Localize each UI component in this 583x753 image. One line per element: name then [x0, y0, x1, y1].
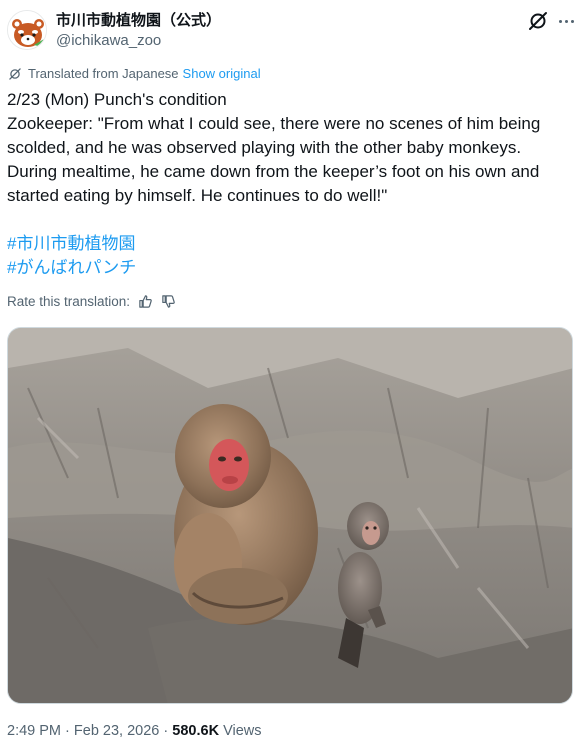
- translation-label: Translated from Japanese: [28, 66, 179, 81]
- tweet-line: 2/23 (Mon) Punch's condition: [7, 90, 227, 109]
- rate-translation: Rate this translation:: [7, 294, 176, 309]
- thumbs-down-button[interactable]: [161, 294, 176, 309]
- thumbs-down-icon: [162, 295, 175, 308]
- dot: [558, 19, 562, 23]
- avatar[interactable]: [7, 10, 47, 50]
- rate-label: Rate this translation:: [7, 294, 131, 309]
- views-label: Views: [223, 723, 262, 739]
- thumbs-up-icon: [139, 295, 152, 308]
- red-panda-icon: [8, 11, 46, 49]
- thumbs-up-button[interactable]: [138, 294, 153, 309]
- tweet-meta: 2:49 PM · Feb 23, 2026 · 580.6K Views: [7, 723, 262, 739]
- meta-separator: ·: [65, 723, 70, 739]
- tweet-line: Zookeeper: "From what I could see, there…: [7, 114, 546, 205]
- hashtag-link[interactable]: #がんばれパンチ: [7, 256, 572, 280]
- tweet-header: 市川市動植物園（公式） @ichikawa_zoo: [7, 8, 577, 52]
- translation-notice: Translated from Japanese Show original: [8, 66, 261, 81]
- show-original-link[interactable]: Show original: [183, 66, 261, 81]
- views-count: 580.6K: [172, 723, 220, 739]
- handle[interactable]: @ichikawa_zoo: [56, 31, 221, 50]
- tweet-photo[interactable]: [7, 327, 573, 704]
- account-names: 市川市動植物園（公式） @ichikawa_zoo: [56, 11, 221, 50]
- meta-separator: ·: [163, 723, 169, 739]
- tweet-time[interactable]: 2:49 PM: [7, 723, 61, 739]
- grok-button[interactable]: [527, 10, 549, 32]
- dot: [564, 19, 568, 23]
- macaques-photo: [8, 328, 572, 703]
- more-button[interactable]: [555, 10, 577, 32]
- tweet-text: 2/23 (Mon) Punch's condition Zookeeper: …: [7, 88, 572, 280]
- dot: [570, 19, 574, 23]
- display-name[interactable]: 市川市動植物園（公式）: [56, 11, 221, 31]
- hashtag-link[interactable]: #市川市動植物園: [7, 232, 572, 256]
- grok-icon: [529, 12, 547, 30]
- grok-icon: [9, 67, 21, 80]
- tweet-date[interactable]: Feb 23, 2026: [74, 723, 159, 739]
